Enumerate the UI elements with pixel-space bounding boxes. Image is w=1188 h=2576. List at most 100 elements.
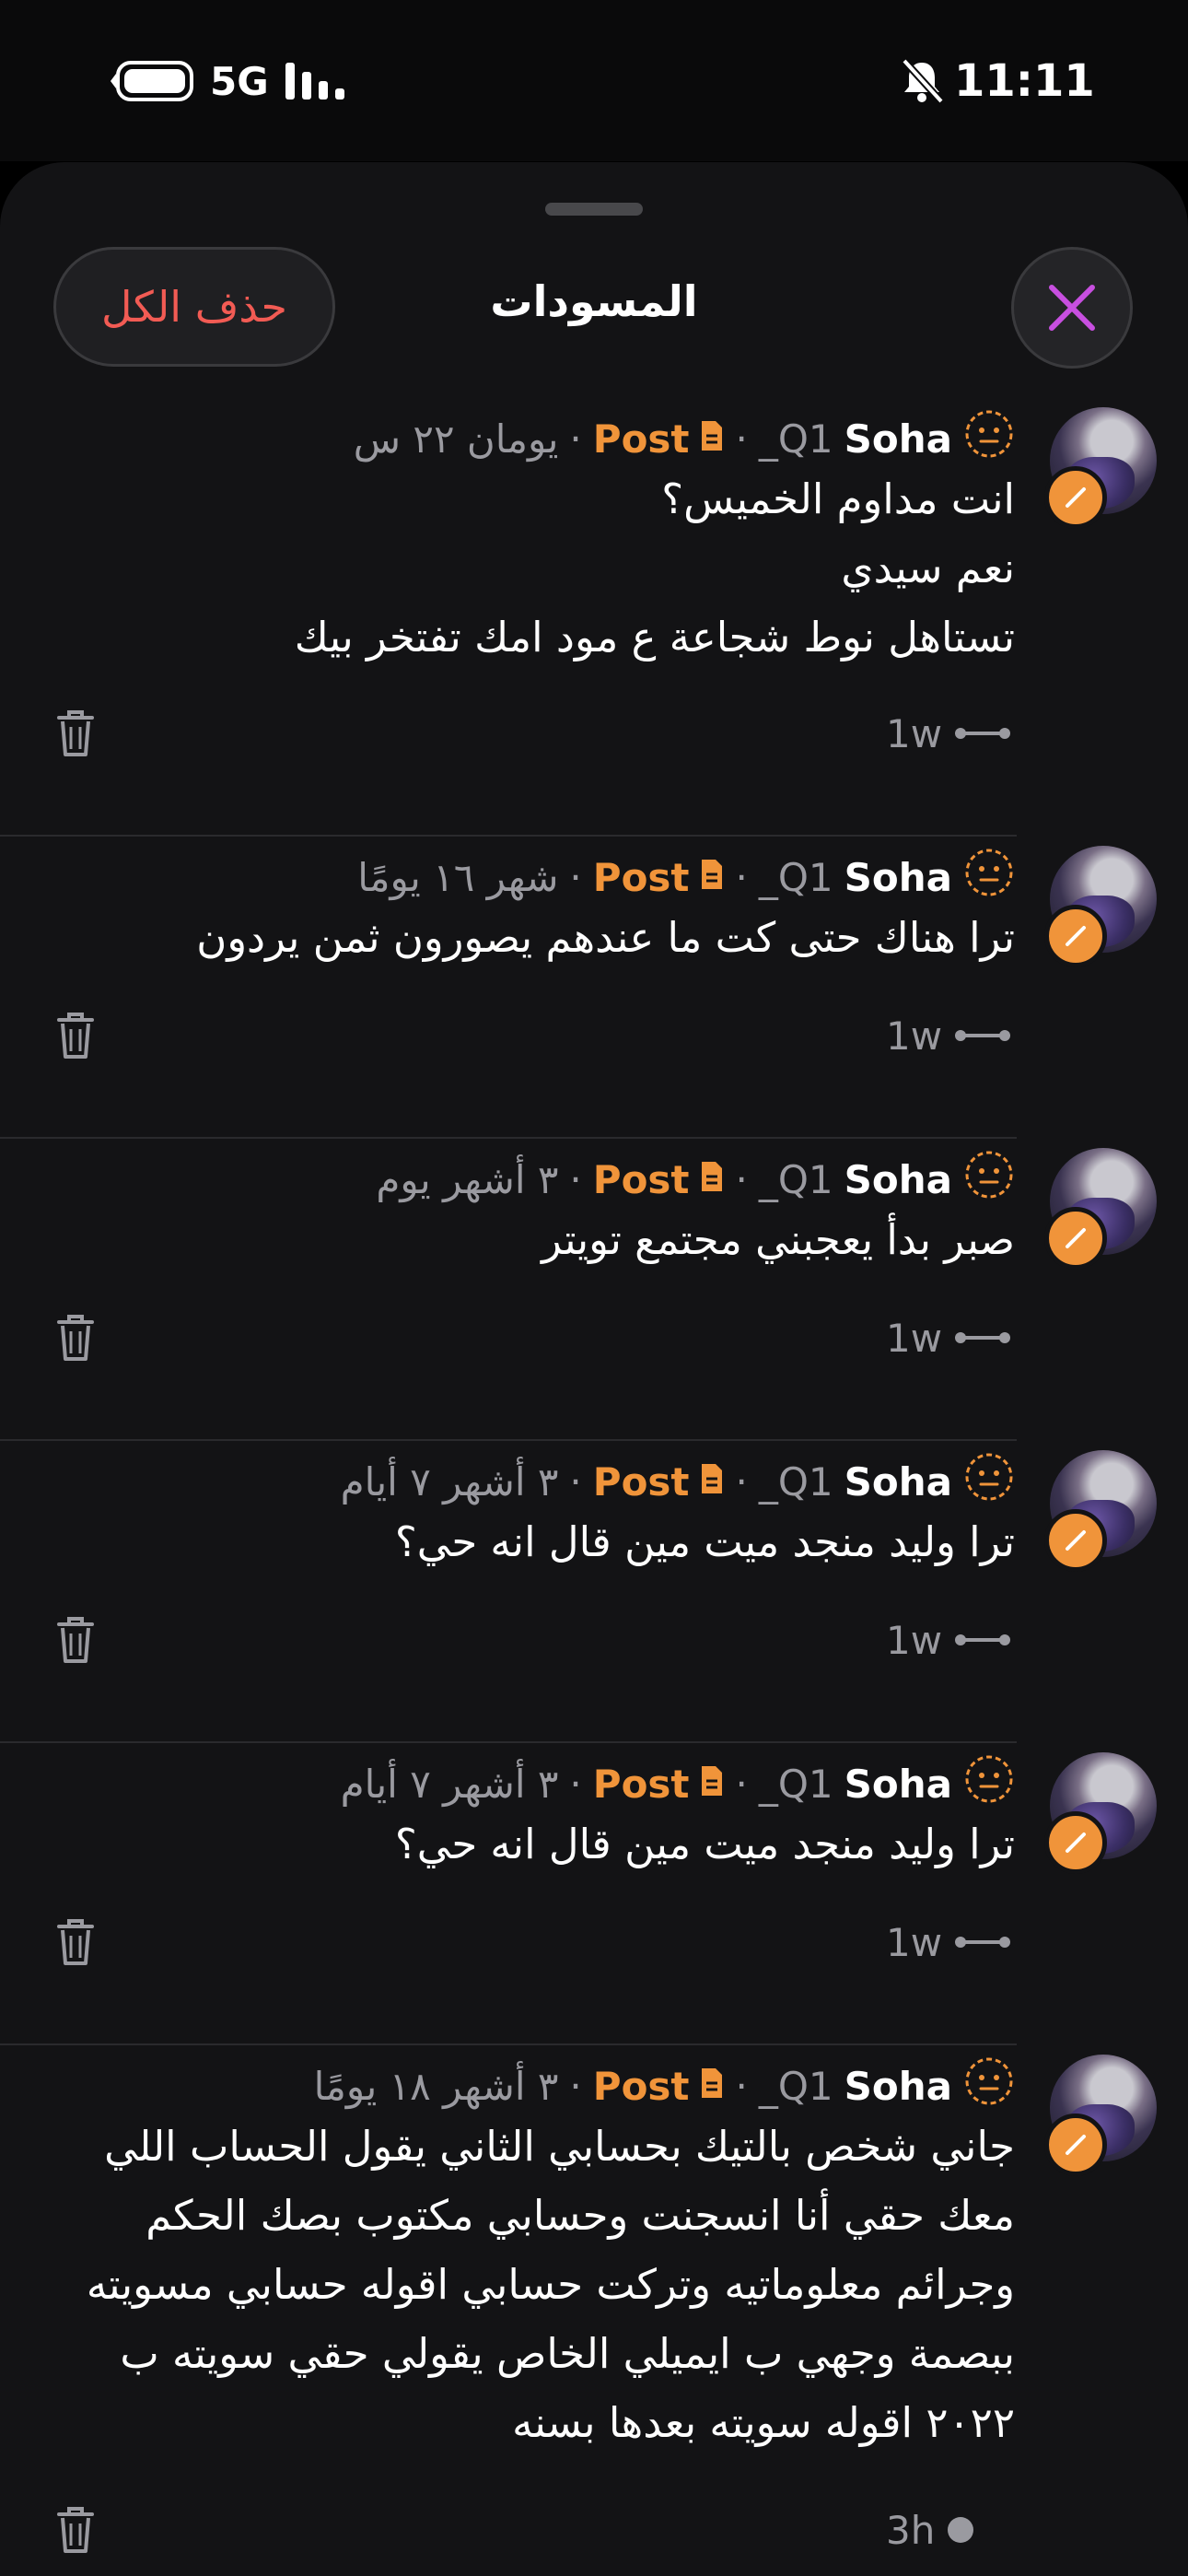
separator: · (569, 416, 582, 462)
draft-meta: Soha Q1_ · Post · يومان ٢٢ س (353, 408, 1015, 469)
document-icon (699, 1459, 725, 1505)
draft-text[interactable]: جاني شخص بالتيك بحسابي الثاني يقول الحسا… (20, 2112, 1015, 2457)
draft-age: 1w (886, 1315, 1012, 1361)
trash-icon[interactable] (55, 1615, 96, 1665)
post-type-text: Post (592, 1458, 690, 1505)
sheet-grabber[interactable] (545, 203, 643, 216)
sheet-title: المسودات (490, 276, 698, 326)
post-type-text: Post (592, 416, 690, 462)
pencil-icon (1044, 2113, 1107, 2176)
draft-age-text: 1w (886, 1315, 943, 1361)
neutral-face-icon (963, 1753, 1015, 1814)
pencil-icon (1044, 905, 1107, 967)
signal-icon (285, 63, 344, 100)
post-type-text: Post (592, 1761, 690, 1807)
author-handle: Q1_ (758, 416, 833, 462)
neutral-face-icon (963, 1149, 1015, 1210)
document-icon (699, 855, 725, 900)
divider (0, 1137, 1017, 1139)
divider (0, 835, 1017, 837)
draft-text[interactable]: ترا وليد منجد ميت مين قال انه حي؟ (20, 1809, 1015, 1879)
avatar[interactable] (1044, 1752, 1157, 1874)
post-type-label: Post (593, 1459, 725, 1505)
separator: · (569, 1156, 582, 1202)
trash-icon[interactable] (55, 1917, 96, 1967)
separator: · (735, 854, 748, 900)
avatar[interactable] (1044, 1148, 1157, 1270)
thread-icon (955, 1332, 1011, 1343)
draft-timestamp: يومان ٢٢ س (353, 416, 559, 462)
author-name: Soha (844, 2063, 952, 2109)
delete-all-button[interactable]: حذف الكل (53, 247, 335, 367)
draft-text[interactable]: ترا هناك حتى كت ما عندهم يصورون ثمن يردو… (20, 903, 1015, 972)
close-button[interactable] (1011, 247, 1133, 369)
draft-meta: Soha Q1_ · Post · شهر ١٦ يومًا (357, 849, 1015, 905)
draft-timestamp: ٣ أشهر ٧ أيام (340, 1761, 559, 1807)
clock: 11:11 (954, 55, 1095, 107)
draft-timestamp: ٣ أشهر يوم (376, 1156, 559, 1202)
avatar[interactable] (1044, 846, 1157, 967)
draft-text[interactable]: صبر بدأ يعجبني مجتمع تويتر (20, 1205, 1015, 1274)
dot-icon (948, 2517, 974, 2543)
draft-age: 1w (886, 1919, 1012, 1965)
separator: · (569, 1458, 582, 1505)
draft-age: 3h (886, 2507, 975, 2553)
draft-age-text: 3h (886, 2507, 936, 2553)
thread-icon (955, 1937, 1011, 1948)
neutral-face-icon (963, 408, 1015, 469)
separator: · (569, 854, 582, 900)
pencil-icon (1044, 1509, 1107, 1572)
draft-timestamp: ٣ أشهر ٧ أيام (340, 1458, 559, 1505)
author-name: Soha (844, 1458, 952, 1505)
avatar[interactable] (1044, 2055, 1157, 2176)
separator: · (569, 1761, 582, 1807)
author-handle: Q1_ (758, 2063, 833, 2109)
author-name: Soha (844, 854, 952, 900)
author-name: Soha (844, 1156, 952, 1202)
separator: · (735, 1156, 748, 1202)
post-type-label: Post (593, 416, 725, 462)
drafts-sheet: حذف الكل المسودات Soha Q1_ · Post · يومان ٢٢ … (0, 162, 1188, 2576)
author-name: Soha (844, 1761, 952, 1807)
post-type-text: Post (592, 854, 690, 900)
draft-text[interactable]: انت مداوم الخميس؟ نعم سيدي تستاهل نوط شج… (20, 464, 1015, 672)
post-type-text: Post (592, 2063, 690, 2109)
post-type-label: Post (593, 855, 725, 900)
draft-timestamp: ٣ أشهر ١٨ يومًا (313, 2063, 559, 2109)
status-bar: 5G 11:11 (0, 0, 1188, 161)
document-icon (699, 1762, 725, 1807)
trash-icon[interactable] (55, 2505, 96, 2555)
network-label: 5G (210, 58, 269, 104)
divider (0, 2043, 1017, 2045)
author-name: Soha (844, 416, 952, 462)
separator: · (569, 2063, 582, 2109)
draft-age-text: 1w (886, 1013, 943, 1059)
thread-icon (955, 1634, 1011, 1645)
avatar[interactable] (1044, 1450, 1157, 1572)
avatar[interactable] (1044, 407, 1157, 529)
draft-text[interactable]: ترا وليد منجد ميت مين قال انه حي؟ (20, 1507, 1015, 1576)
draft-meta: Soha Q1_ · Post · ٣ أشهر يوم (376, 1149, 1015, 1210)
separator: · (735, 1761, 748, 1807)
separator: · (735, 1458, 748, 1505)
neutral-face-icon (963, 2055, 1015, 2116)
thread-icon (955, 1030, 1011, 1041)
separator: · (735, 416, 748, 462)
neutral-face-icon (963, 1451, 1015, 1512)
post-type-text: Post (592, 1156, 690, 1202)
draft-age: 1w (886, 710, 1012, 756)
neutral-face-icon (963, 847, 1015, 907)
draft-age-text: 1w (886, 710, 943, 756)
document-icon (699, 416, 725, 462)
draft-timestamp: شهر ١٦ يومًا (357, 854, 559, 900)
draft-meta: Soha Q1_ · Post · ٣ أشهر ١٨ يومًا (313, 2055, 1015, 2116)
trash-icon[interactable] (55, 1313, 96, 1363)
draft-meta: Soha Q1_ · Post · ٣ أشهر ٧ أيام (340, 1753, 1015, 1814)
trash-icon[interactable] (55, 1011, 96, 1060)
author-handle: Q1_ (758, 1156, 833, 1202)
author-handle: Q1_ (758, 1458, 833, 1505)
separator: · (735, 2063, 748, 2109)
pencil-icon (1044, 1811, 1107, 1874)
battery-icon (111, 61, 193, 101)
trash-icon[interactable] (55, 708, 96, 758)
